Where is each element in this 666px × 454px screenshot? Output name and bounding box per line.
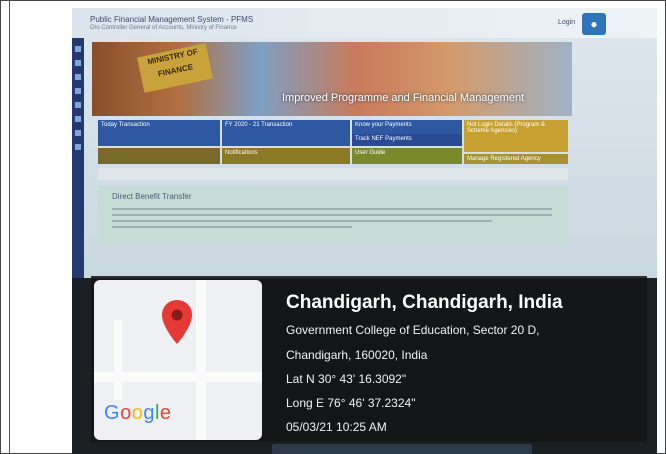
latitude: Lat N 30° 43' 16.3092"	[286, 372, 407, 386]
nav-icon[interactable]	[75, 60, 81, 66]
frame-edge	[9, 0, 10, 454]
google-logo: Google	[104, 402, 172, 424]
nav-icon[interactable]	[75, 130, 81, 136]
tile-more[interactable]	[98, 148, 220, 164]
nav-icon[interactable]	[75, 102, 81, 108]
map-road	[114, 320, 122, 400]
timestamp: 05/03/21 10:25 AM	[286, 420, 387, 434]
user-icon[interactable]: ●	[582, 13, 606, 35]
map-road	[196, 280, 206, 440]
location-title: Chandigarh, Chandigarh, India	[286, 292, 563, 313]
dbt-text-line	[112, 214, 552, 216]
tile-today-transaction[interactable]: Today Transaction	[98, 120, 220, 146]
tile-notifications[interactable]: Notifications	[222, 148, 350, 164]
nav-icon[interactable]	[75, 144, 81, 150]
links-row	[98, 168, 568, 180]
monitor-screen: Public Financial Management System - PFM…	[72, 8, 657, 278]
ministry-sign: MINISTRY OF FINANCE	[137, 43, 213, 93]
app-subtitle: O/o Controller General of Accounts, Mini…	[90, 25, 237, 31]
nav-icon[interactable]	[75, 88, 81, 94]
tile-login-details[interactable]: Not Login Details (Program & Scheme Agen…	[464, 120, 568, 152]
location-pin-icon	[162, 300, 192, 344]
dbt-title: Direct Benefit Transfer	[112, 192, 192, 201]
banner: MINISTRY OF FINANCE Improved Programme a…	[92, 42, 572, 116]
dbt-text-line	[112, 220, 492, 222]
longitude: Long E 76° 46' 37.2324"	[286, 396, 416, 410]
nav-icon[interactable]	[75, 74, 81, 80]
app-header: Public Financial Management System - PFM…	[72, 8, 657, 38]
tile-manage-agency[interactable]: Manage Registered Agency	[464, 154, 568, 164]
tile-user-guide[interactable]: User Guide	[352, 148, 462, 164]
address-line-1: Government College of Education, Sector …	[286, 323, 540, 337]
address-line-2: Chandigarh, 160020, India	[286, 348, 428, 362]
nav-icon[interactable]	[75, 46, 81, 52]
left-nav	[72, 38, 84, 278]
app-title: Public Financial Management System - PFM…	[90, 15, 254, 24]
dbt-text-line	[112, 226, 352, 228]
dbt-panel: Direct Benefit Transfer	[98, 186, 568, 244]
map-thumbnail: Google	[94, 280, 262, 440]
tile-fy-transaction[interactable]: FY 2020 - 21 Transaction	[222, 120, 350, 146]
keyboard-edge	[272, 444, 532, 454]
login-link[interactable]: Login	[558, 19, 575, 26]
nav-icon[interactable]	[75, 116, 81, 122]
tile-track-payments[interactable]: Track NEF Payments	[352, 134, 462, 146]
banner-caption: Improved Programme and Financial Managem…	[282, 92, 525, 104]
dbt-text-line	[112, 208, 552, 210]
photo: Public Financial Management System - PFM…	[72, 8, 657, 454]
